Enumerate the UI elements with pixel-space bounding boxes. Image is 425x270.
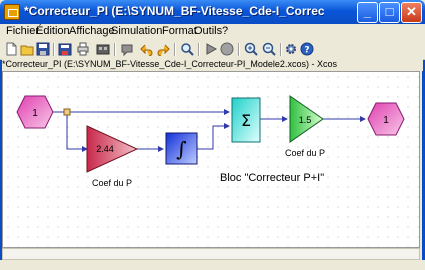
toolbar-separator [198,43,200,56]
split-point[interactable] [63,108,71,116]
integrator-block[interactable]: ∫ [165,132,198,165]
help-icon[interactable]: ? [300,42,314,56]
toolbar-separator [114,43,116,56]
document-title: *Correcteur_PI (E:\SYNUM_BF-Vitesse_Cde-… [2,59,423,71]
sum-symbol: Σ [241,111,251,130]
print-icon[interactable] [76,42,90,56]
new-icon[interactable] [4,42,18,56]
zoom-out-icon[interactable] [262,42,276,56]
sum-block[interactable]: Σ [231,97,261,143]
input-block-label: 1 [32,108,38,119]
save-icon[interactable] [36,42,50,56]
undo-icon[interactable] [140,42,154,56]
toolbar-separator [238,43,240,56]
toolbar: ? [0,40,425,60]
menu-affichage[interactable]: Affichage [69,25,115,37]
find-icon[interactable] [180,42,194,56]
output-block[interactable]: 1 [367,102,405,136]
close-button[interactable]: ✕ [401,2,422,23]
palette-browser-icon[interactable] [120,42,134,56]
diagram-canvas[interactable]: 1 2.44 Coef du P ∫ Σ 1.5 Coef du P 1 Blo… [2,71,420,248]
gain-ki-caption: Coef du P [92,178,132,188]
input-block[interactable]: 1 [16,95,54,129]
diagram-svg: 1 2.44 Coef du P ∫ Σ 1.5 Coef du P 1 Blo… [16,95,405,188]
menu-outils[interactable]: Outils [194,25,222,37]
palette-icon[interactable] [96,42,110,56]
gain-kp-block[interactable]: 1.5 Coef du P [285,95,325,158]
gain-kp-caption: Coef du P [285,148,325,158]
integrator-symbol: ∫ [176,137,186,161]
gain-ki-block[interactable]: 2.44 Coef du P [86,125,139,188]
xcos-app-icon [4,4,20,20]
settings-icon[interactable] [284,42,298,56]
link-split-gain-ki[interactable] [66,112,88,152]
diagram-annotation[interactable]: Bloc "Correcteur P+I" [220,172,324,184]
menu-edition[interactable]: Édition [36,25,70,37]
window-title: *Correcteur_PI (E:\SYNUM_BF-Vitesse_Cde-… [24,4,324,18]
save-as-icon[interactable] [58,42,72,56]
start-icon[interactable] [204,42,218,56]
toolbar-separator [174,43,176,56]
status-bar [0,260,425,270]
menu-fichier[interactable]: Fichier [6,25,39,37]
link-integrator-sum[interactable] [197,123,230,150]
menu-format[interactable]: Format [162,25,197,37]
redo-icon[interactable] [156,42,170,56]
minimize-button[interactable]: _ [357,2,378,23]
output-block-label: 1 [383,115,389,126]
toolbar-separator [280,43,282,56]
stop-icon[interactable] [220,42,234,56]
gain-kp-value: 1.5 [299,115,312,125]
gain-ki-value: 2.44 [96,144,114,154]
title-bar[interactable]: *Correcteur_PI (E:\SYNUM_BF-Vitesse_Cde-… [0,0,425,24]
menu-simulation[interactable]: Simulation [111,25,162,37]
maximize-button[interactable]: □ [379,2,400,23]
toolbar-separator [53,43,55,56]
menu-bar: Fichier Édition Affichage Simulation For… [0,24,425,40]
zoom-in-icon[interactable] [244,42,258,56]
open-icon[interactable] [20,42,34,56]
horizontal-scrollbar[interactable] [2,248,420,260]
menu-help[interactable]: ? [222,25,228,37]
svg-text:?: ? [304,46,309,56]
